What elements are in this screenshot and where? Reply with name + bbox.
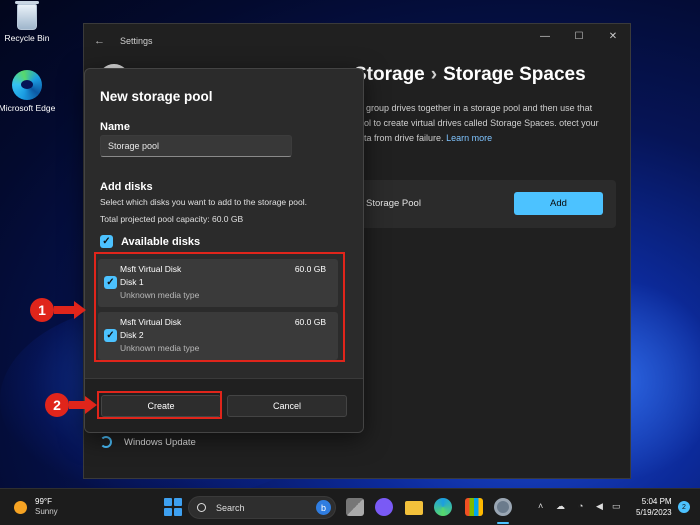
nav-item-windows-update[interactable]: Windows Update xyxy=(100,436,196,448)
name-field[interactable] xyxy=(100,135,292,157)
file-explorer-icon[interactable] xyxy=(405,501,423,515)
weather-widget[interactable]: 99°F Sunny xyxy=(14,497,58,517)
weather-desc: Sunny xyxy=(35,507,58,516)
sun-icon xyxy=(14,500,27,514)
name-label: Name xyxy=(100,121,130,133)
learn-more-link[interactable]: Learn more xyxy=(446,133,492,143)
highlight-create-box xyxy=(97,391,222,419)
page-description: es group drives together in a storage po… xyxy=(354,101,604,146)
window-title: Settings xyxy=(120,36,153,46)
add-button[interactable]: Add xyxy=(514,192,603,215)
chevron-up-icon[interactable]: ˄ xyxy=(538,501,543,511)
taskbar-search[interactable]: Search b xyxy=(188,496,336,519)
recycle-bin-icon xyxy=(15,1,39,30)
bing-icon[interactable]: b xyxy=(316,500,331,515)
maximize-icon[interactable]: ☐ xyxy=(562,24,596,48)
nav-item-label: Windows Update xyxy=(124,436,196,448)
page-title: Storage › Storage Spaces xyxy=(354,64,586,86)
active-app-indicator xyxy=(497,522,509,524)
desktop-icon-label: Recycle Bin xyxy=(4,33,50,43)
volume-icon[interactable]: ◀ xyxy=(596,501,603,512)
battery-icon[interactable]: ▭ xyxy=(612,501,621,512)
cloud-icon[interactable]: ☁ xyxy=(556,501,565,512)
chevron-right-icon: › xyxy=(430,64,438,85)
search-icon xyxy=(197,503,206,512)
weather-temp: 99°F xyxy=(35,497,52,506)
store-icon[interactable] xyxy=(465,498,483,516)
desktop-icon-recycle-bin[interactable]: Recycle Bin xyxy=(0,1,57,43)
window-controls: — ☐ ✕ xyxy=(528,24,630,48)
add-disks-heading: Add disks xyxy=(100,181,153,193)
pool-capacity-text: Total projected pool capacity: 60.0 GB xyxy=(100,214,244,224)
close-icon[interactable]: ✕ xyxy=(596,24,630,48)
edge-icon[interactable] xyxy=(434,498,452,516)
new-storage-pool-dialog: New storage pool Name Add disks Select w… xyxy=(84,68,364,433)
windows-start-icon[interactable] xyxy=(164,498,182,516)
task-view-icon[interactable] xyxy=(346,498,364,516)
back-arrow-icon[interactable]: ← xyxy=(94,35,108,47)
clock-date: 5/19/2023 xyxy=(636,508,672,517)
available-disks-toggle[interactable]: ✓ Available disks xyxy=(100,235,200,248)
clock[interactable]: 5:04 PM 5/19/2023 xyxy=(636,496,672,518)
add-disks-description: Select which disks you want to add to th… xyxy=(100,197,307,207)
row-label: Storage Pool xyxy=(366,198,421,209)
breadcrumb-current: Storage Spaces xyxy=(443,64,586,85)
cancel-button[interactable]: Cancel xyxy=(227,395,347,417)
wifi-icon[interactable]: ◔ xyxy=(578,501,583,511)
refresh-icon xyxy=(100,436,112,448)
highlight-disks-box xyxy=(94,252,345,362)
taskbar: 99°F Sunny Search b ˄ ☁ ◔ ◀ ▭ 5:04 PM 5/… xyxy=(0,488,700,525)
desktop-icon-label: Microsoft Edge xyxy=(0,103,56,113)
chat-icon[interactable] xyxy=(375,498,393,516)
edge-icon xyxy=(12,70,42,100)
available-disks-label: Available disks xyxy=(121,235,201,248)
notification-badge[interactable]: 2 xyxy=(678,501,690,513)
search-placeholder: Search xyxy=(216,502,245,513)
desktop-icon-edge[interactable]: Microsoft Edge xyxy=(0,70,57,113)
storage-pool-row: Storage Pool Add xyxy=(354,180,616,228)
breadcrumb-parent[interactable]: Storage xyxy=(354,64,425,85)
clock-time: 5:04 PM xyxy=(641,497,672,506)
step-badge: 2 xyxy=(45,393,69,417)
dialog-title: New storage pool xyxy=(100,89,213,104)
minimize-icon[interactable]: — xyxy=(528,24,562,48)
settings-gear-icon[interactable] xyxy=(494,498,512,516)
checkbox-checked-icon[interactable]: ✓ xyxy=(100,235,113,248)
step-badge: 1 xyxy=(30,298,54,322)
